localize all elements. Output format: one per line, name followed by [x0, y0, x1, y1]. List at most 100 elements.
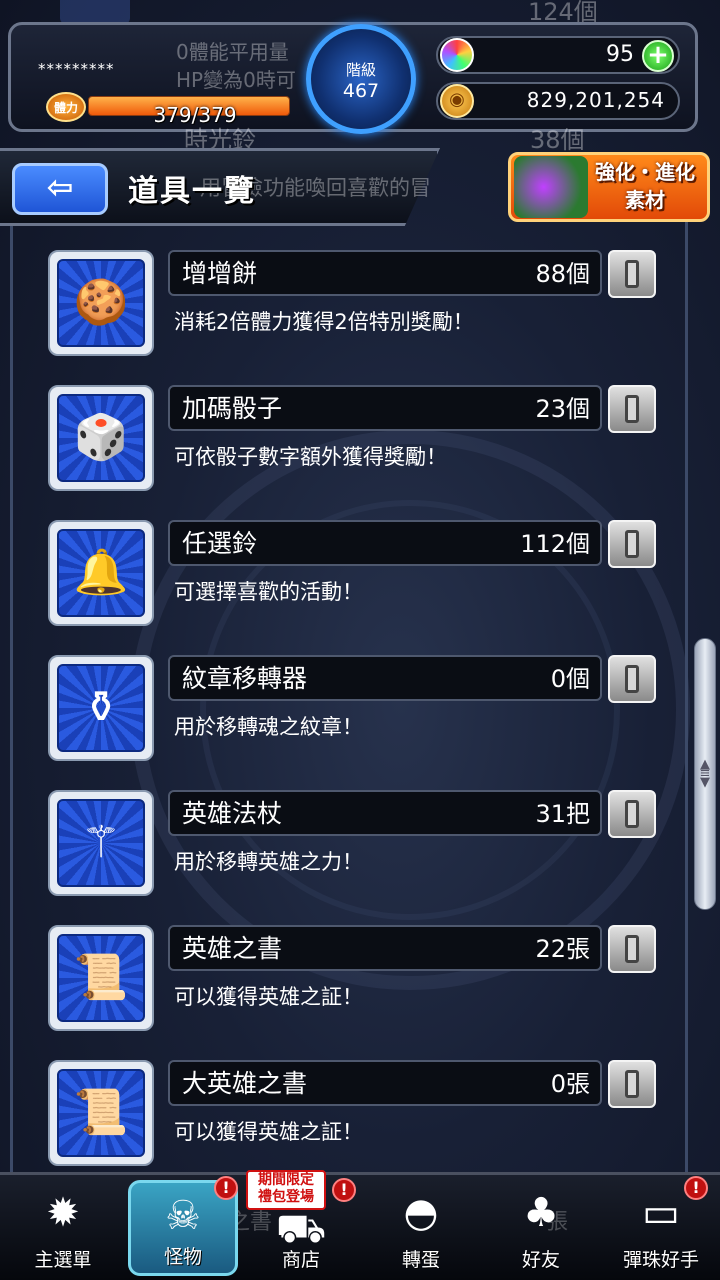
- partner-alert-icon: !: [684, 1176, 708, 1200]
- nav-main-label: 主選單: [34, 1249, 92, 1271]
- info-icon: [625, 530, 639, 558]
- nav-friends[interactable]: ♣ 好友: [486, 1180, 596, 1276]
- item-icon-bg: 📜: [57, 1069, 145, 1157]
- info-icon: [625, 1070, 639, 1098]
- rank-value: 467: [342, 80, 380, 102]
- item-info-button[interactable]: [608, 385, 656, 433]
- ghost-desc-line2: HP變為0時可: [176, 68, 296, 92]
- item-count: 88個: [535, 260, 590, 288]
- gold-coin-icon: ◉: [440, 84, 474, 118]
- item-icon-frame[interactable]: 🎲: [48, 385, 154, 491]
- item-name: 英雄之書: [182, 934, 283, 963]
- item-name: 增增餅: [182, 259, 258, 288]
- materials-icon: [514, 156, 588, 218]
- monster-icon: ☠: [165, 1193, 201, 1239]
- nav-gacha-label: 轉蛋: [401, 1249, 440, 1271]
- item-icon-bg: 🎲: [57, 394, 145, 482]
- item-count: 22張: [535, 935, 590, 963]
- buy-orbs-button[interactable]: +: [642, 40, 674, 72]
- item-name: 紋章移轉器: [182, 664, 308, 693]
- item-icon-frame[interactable]: ⚚: [48, 790, 154, 896]
- item-row[interactable]: 🍪 增增餅 88個消耗2倍體力獲得2倍特別獎勵！: [0, 250, 720, 370]
- item-row[interactable]: ⚱ 紋章移轉器 0個用於移轉魂之紋章！: [0, 655, 720, 775]
- item-icon-bg: ⚚: [57, 799, 145, 887]
- limited-bundle-badge[interactable]: 期間限定 禮包登場: [246, 1170, 326, 1210]
- info-icon: [625, 665, 639, 693]
- item-info-button[interactable]: [608, 1060, 656, 1108]
- item-description: 消耗2倍體力獲得2倍特別獎勵！: [174, 310, 474, 334]
- orb-icon: [440, 38, 474, 72]
- mochi-icon: 🍪: [73, 277, 129, 328]
- item-info-button[interactable]: [608, 790, 656, 838]
- nav-monsters-label: 怪物: [163, 1246, 202, 1268]
- scrollbar-grip-icon: ▲ ≡ ▼: [699, 757, 711, 790]
- item-description: 用於移轉英雄之力！: [174, 850, 363, 874]
- hero-book-icon: 📜: [73, 952, 129, 1003]
- back-arrow-icon: ⇦: [46, 168, 74, 206]
- burst-icon: ✹: [46, 1190, 80, 1236]
- ghost-item-count: 38個: [530, 126, 585, 154]
- rank-badge[interactable]: 階級 467: [306, 24, 416, 134]
- nav-friends-label: 好友: [521, 1249, 560, 1271]
- friends-icon: ♣: [523, 1190, 559, 1236]
- monsters-alert-icon: !: [214, 1176, 238, 1200]
- nav-shop-label: 商店: [281, 1249, 320, 1271]
- item-icon-bg: 🔔: [57, 529, 145, 617]
- info-icon: [625, 395, 639, 423]
- item-icon-frame[interactable]: ⚱: [48, 655, 154, 761]
- info-icon: [625, 800, 639, 828]
- page-title: 道具一覽: [128, 174, 256, 209]
- item-count: 0張: [550, 1070, 590, 1098]
- item-row[interactable]: ⚚ 英雄法杖 31把用於移轉英雄之力！: [0, 790, 720, 910]
- info-icon: [625, 260, 639, 288]
- item-info-button[interactable]: [608, 250, 656, 298]
- item-description: 用於移轉魂之紋章！: [174, 715, 363, 739]
- promo-line2: 禮包登場: [258, 1189, 314, 1205]
- great-hero-book-icon: 📜: [73, 1087, 129, 1138]
- ghost-desc-line1: 0體能平用量: [176, 40, 289, 64]
- bell-icon: 🔔: [73, 547, 129, 598]
- item-row[interactable]: 🎲 加碼骰子 23個 可依骰子數字額外獲得獎勵！: [0, 385, 720, 505]
- enhance-label-line2: 素材: [625, 188, 665, 212]
- item-count: 23個: [535, 395, 590, 423]
- back-button[interactable]: ⇦: [12, 163, 108, 215]
- ghost-item-icon: [60, 0, 130, 24]
- item-description: 可選擇喜歡的活動！: [174, 580, 363, 604]
- rank-label: 階級: [345, 61, 376, 79]
- card-icon: ▭: [642, 1190, 680, 1236]
- item-description: 可依骰子數字額外獲得獎勵！: [174, 445, 447, 469]
- nav-partner-label: 彈珠好手: [622, 1249, 699, 1271]
- enhance-evolve-label: 強化・進化 素材: [584, 158, 706, 214]
- nav-gacha[interactable]: ◓ 轉蛋: [366, 1180, 476, 1276]
- item-row[interactable]: 📜 英雄之書 22張可以獲得英雄之証！: [0, 925, 720, 1045]
- emblem-transfer-icon: ⚱: [82, 682, 120, 733]
- item-description: 可以獲得英雄之証！: [174, 985, 363, 1009]
- shop-alert-icon: !: [332, 1178, 356, 1202]
- info-icon: [625, 935, 639, 963]
- item-icon-frame[interactable]: 📜: [48, 1060, 154, 1166]
- dice-icon: 🎲: [73, 412, 129, 463]
- player-name: *********: [38, 60, 115, 78]
- item-info-button[interactable]: [608, 520, 656, 568]
- item-row[interactable]: 🔔 任選鈴 112個可選擇喜歡的活動！: [0, 520, 720, 640]
- hero-staff-icon: ⚚: [81, 817, 121, 868]
- item-icon-frame[interactable]: 📜: [48, 925, 154, 1031]
- item-info-button[interactable]: [608, 655, 656, 703]
- orb-count: 95: [606, 42, 634, 67]
- item-name: 任選鈴: [182, 529, 258, 558]
- item-count: 0個: [550, 665, 590, 693]
- item-icon-frame[interactable]: 🔔: [48, 520, 154, 626]
- item-info-button[interactable]: [608, 925, 656, 973]
- item-count: 112個: [520, 530, 590, 558]
- item-count: 31把: [535, 800, 590, 828]
- nav-main-menu[interactable]: ✹ 主選單: [8, 1180, 118, 1276]
- item-name: 英雄法杖: [182, 799, 283, 828]
- egg-icon: ◓: [403, 1190, 439, 1236]
- stamina-value: 379/379: [153, 103, 237, 127]
- item-icon-bg: ⚱: [57, 664, 145, 752]
- item-icon-frame[interactable]: 🍪: [48, 250, 154, 356]
- gold-count: 829,201,254: [526, 88, 665, 112]
- item-description: 可以獲得英雄之証！: [174, 1120, 363, 1144]
- item-row[interactable]: 📜 大英雄之書 0張 可以獲得英雄之証！: [0, 1060, 720, 1180]
- stamina-badge: 體力: [46, 92, 86, 122]
